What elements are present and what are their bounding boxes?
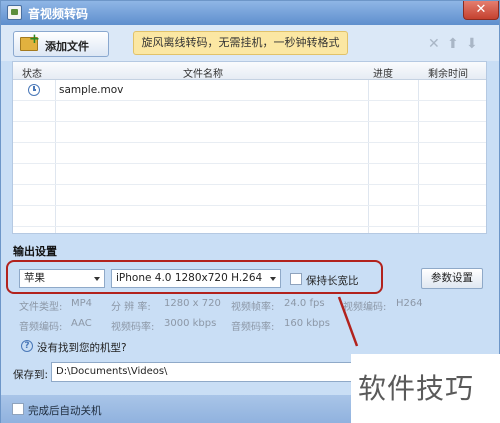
info-video-bitrate-label: 视频码率: [111,322,155,333]
add-file-label: 添加文件 [45,40,89,53]
info-audio-codec-value: AAC [71,318,92,329]
delete-icon[interactable]: ✕ [428,37,440,51]
toolbar: 添加文件 旋风离线转码，无需挂机，一秒钟转格式 ✕ ⬆ ⬇ [1,25,499,61]
highlight-box [6,260,383,294]
auto-shutdown-checkbox[interactable] [12,403,24,415]
add-folder-icon [20,32,40,51]
table-row[interactable]: sample.mov [13,80,486,101]
info-audio-codec-label: 音频编码: [19,322,63,333]
info-video-codec-label: 视频编码: [343,302,387,313]
move-up-icon[interactable]: ⬆ [447,37,459,51]
info-framerate-value: 24.0 fps [284,298,325,309]
move-down-icon[interactable]: ⬇ [466,37,478,51]
title-bar[interactable]: 音视频转码 ✕ [1,1,499,25]
file-name: sample.mov [59,84,124,96]
table-row-empty [13,122,486,143]
header-progress[interactable]: 进度 [373,65,393,80]
app-icon [7,5,22,20]
save-path-input[interactable]: D:\Documents\Videos\ [51,362,361,382]
info-audio-bitrate-label: 音频码率: [231,322,275,333]
converter-window: 音视频转码 ✕ 添加文件 旋风离线转码，无需挂机，一秒钟转格式 ✕ ⬆ ⬇ 状态… [0,0,500,423]
parameter-settings-button[interactable]: 参数设置 [421,268,483,289]
watermark: 软件技巧 [358,372,475,405]
table-row-empty [13,143,486,164]
header-remaining[interactable]: 剩余时间 [428,65,468,80]
window-title: 音视频转码 [28,7,89,21]
help-icon[interactable]: ? [21,340,33,352]
add-file-button[interactable]: 添加文件 [13,31,109,57]
header-status[interactable]: 状态 [22,65,42,80]
save-to-label: 保存到: [13,369,49,381]
info-resolution-label: 分 辨 率: [111,302,151,313]
output-settings-label: 输出设置 [13,245,57,258]
table-row-empty [13,101,486,122]
file-table: 状态 文件名称 进度 剩余时间 sample.mov [12,61,487,234]
info-video-codec-value: H264 [396,298,423,309]
clock-icon [28,84,40,96]
close-button[interactable]: ✕ [463,1,499,20]
header-filename[interactable]: 文件名称 [183,65,223,80]
table-row-empty [13,164,486,185]
auto-shutdown-label: 完成后自动关机 [28,405,102,417]
info-audio-bitrate-value: 160 kbps [284,318,330,329]
info-file-type-value: MP4 [71,298,93,309]
table-row-empty [13,185,486,206]
table-row-empty [13,206,486,227]
device-not-found-link[interactable]: 没有找到您的机型? [37,340,127,355]
info-video-bitrate-value: 3000 kbps [164,318,217,329]
info-framerate-label: 视频帧率: [231,302,275,313]
promo-banner[interactable]: 旋风离线转码，无需挂机，一秒钟转格式 [133,31,348,55]
info-file-type-label: 文件类型: [19,302,63,313]
table-header: 状态 文件名称 进度 剩余时间 [13,62,486,80]
info-resolution-value: 1280 x 720 [164,298,221,309]
